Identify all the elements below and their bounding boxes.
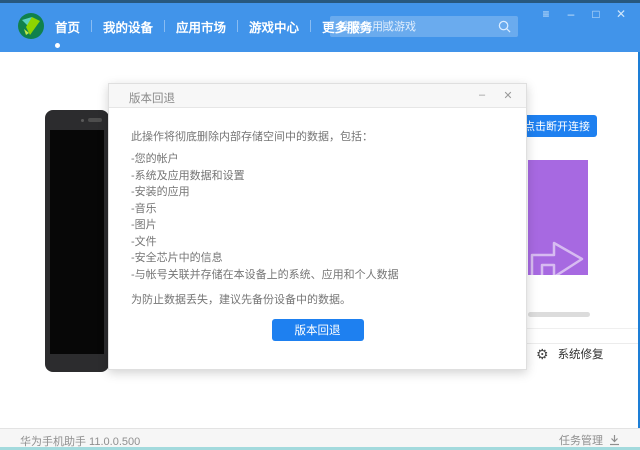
list-item: -系统及应用数据和设置 <box>131 168 506 185</box>
phone-speaker <box>88 118 102 122</box>
window-top-edge <box>0 0 640 3</box>
menu-icon[interactable]: ≡ <box>539 7 553 21</box>
search-icon[interactable] <box>498 20 511 33</box>
phone-camera-dot <box>81 119 84 122</box>
app-window: 首页 我的设备 应用市场 游戏中心 更多服务 ≡ – □ ✕ <box>0 0 640 450</box>
minimize-icon[interactable]: – <box>564 7 578 21</box>
dialog-body: 此操作将彻底删除内部存储空间中的数据，包括： -您的帐户 -系统及应用数据和设置… <box>131 108 506 307</box>
close-icon[interactable]: ✕ <box>614 7 628 21</box>
system-repair-row[interactable]: ⚙ 系统修复 <box>536 346 604 362</box>
nav-item-app-market[interactable]: 应用市场 <box>165 17 237 36</box>
device-phone-image <box>45 110 109 372</box>
window-controls: ≡ – □ ✕ <box>539 7 628 21</box>
list-item: -音乐 <box>131 201 506 218</box>
task-manager-label: 任务管理 <box>559 432 603 448</box>
nav-item-my-devices[interactable]: 我的设备 <box>92 17 164 36</box>
dialog-data-list: -您的帐户 -系统及应用数据和设置 -安装的应用 -音乐 -图片 -文件 -安全… <box>131 151 506 283</box>
hisuite-logo-icon <box>17 12 45 40</box>
maximize-icon[interactable]: □ <box>589 7 603 21</box>
panel-divider <box>527 343 638 344</box>
download-icon[interactable] <box>609 434 620 446</box>
arrow-flag-icon <box>528 225 588 275</box>
dialog-close-icon[interactable]: ✕ <box>502 89 514 102</box>
status-bar: 华为手机助手 11.0.0.500 任务管理 <box>0 428 640 447</box>
top-navigation-bar: 首页 我的设备 应用市场 游戏中心 更多服务 ≡ – □ ✕ <box>0 0 640 52</box>
disconnect-button[interactable]: 点击断开连接 <box>517 115 597 137</box>
device-banner <box>528 160 588 275</box>
list-item: -文件 <box>131 234 506 251</box>
dialog-controls: – ✕ <box>476 89 514 102</box>
active-nav-indicator <box>55 43 60 48</box>
panel-divider <box>527 328 638 329</box>
storage-bar <box>528 312 590 317</box>
list-item: -您的帐户 <box>131 151 506 168</box>
nav-item-home[interactable]: 首页 <box>44 17 91 36</box>
dialog-title: 版本回退 <box>129 90 175 106</box>
phone-screen <box>50 130 104 354</box>
dialog-note-text: 为防止数据丢失，建议先备份设备中的数据。 <box>131 293 506 307</box>
list-item: -与帐号关联并存储在本设备上的系统、应用和个人数据 <box>131 267 506 284</box>
task-manager-control[interactable]: 任务管理 <box>559 432 620 448</box>
dialog-titlebar[interactable]: 版本回退 – ✕ <box>109 84 526 108</box>
list-item: -安全芯片中的信息 <box>131 250 506 267</box>
system-repair-label: 系统修复 <box>558 346 604 362</box>
search-input[interactable] <box>330 16 518 37</box>
dialog-intro-text: 此操作将彻底删除内部存储空间中的数据，包括： <box>131 130 506 144</box>
gear-icon: ⚙ <box>536 347 549 361</box>
dialog-minimize-icon[interactable]: – <box>476 89 488 102</box>
list-item: -图片 <box>131 217 506 234</box>
version-rollback-button[interactable]: 版本回退 <box>272 319 364 341</box>
nav-item-game-center[interactable]: 游戏中心 <box>238 17 310 36</box>
list-item: -安装的应用 <box>131 184 506 201</box>
version-rollback-dialog: 版本回退 – ✕ 此操作将彻底删除内部存储空间中的数据，包括： -您的帐户 -系… <box>108 83 527 370</box>
